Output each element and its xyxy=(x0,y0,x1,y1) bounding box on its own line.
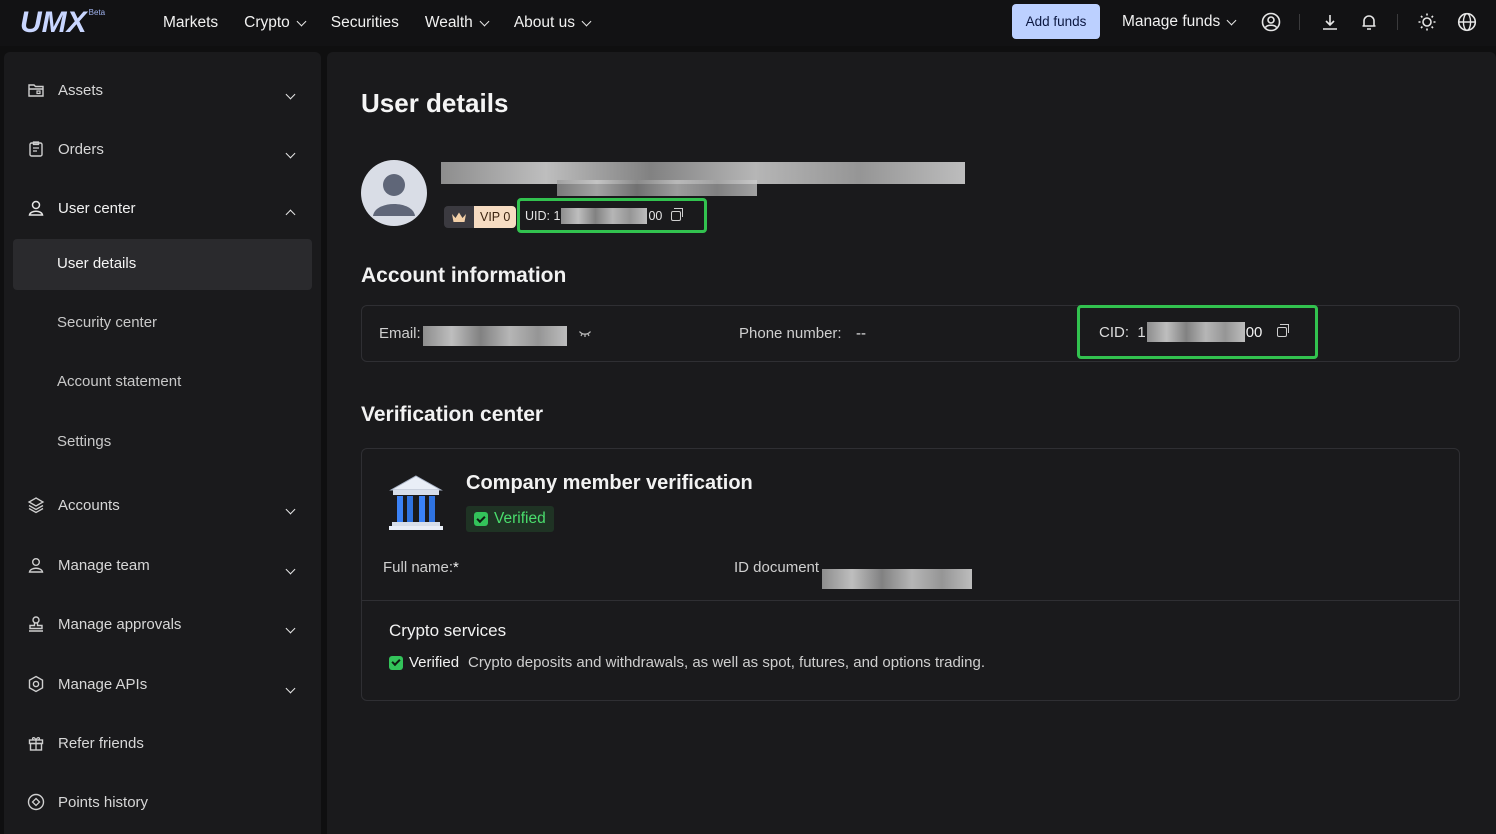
chevron-down-icon xyxy=(285,623,296,634)
uid-label: UID: 1 xyxy=(525,208,561,223)
globe-icon[interactable] xyxy=(1456,11,1478,33)
user-icon xyxy=(26,198,46,218)
sidebar-item-points-history[interactable]: Points history xyxy=(26,787,306,817)
cid-label: CID: 1 xyxy=(1099,323,1146,341)
divider xyxy=(1299,14,1300,30)
bank-building-icon xyxy=(387,473,445,533)
sun-icon[interactable] xyxy=(1416,11,1438,33)
nav-about-us[interactable]: About us xyxy=(514,14,592,32)
chevron-down-icon xyxy=(285,683,296,694)
copy-icon[interactable] xyxy=(1277,324,1290,337)
phone-label: Phone number: xyxy=(739,325,842,342)
eye-closed-icon[interactable] xyxy=(578,326,592,345)
cid-suffix: 00 xyxy=(1245,323,1263,341)
nav-crypto[interactable]: Crypto xyxy=(244,14,307,32)
sidebar-item-assets[interactable]: Assets xyxy=(26,75,306,105)
sidebar-item-manage-approvals[interactable]: Manage approvals xyxy=(26,609,306,639)
crypto-services-title: Crypto services xyxy=(389,621,507,640)
team-icon xyxy=(26,555,46,575)
chevron-down-icon xyxy=(285,89,296,100)
sidebar-item-accounts[interactable]: Accounts xyxy=(26,490,306,520)
email-label: Email: xyxy=(379,325,421,342)
redacted-uid xyxy=(561,207,648,224)
nav-securities[interactable]: Securities xyxy=(331,14,399,32)
check-icon xyxy=(389,655,403,670)
add-funds-button[interactable]: Add funds xyxy=(1012,4,1100,39)
logo-text: UMX xyxy=(20,6,87,39)
manage-funds-menu[interactable]: Manage funds xyxy=(1122,0,1237,44)
vip-badge: VIP 0 xyxy=(444,206,517,228)
page-title: User details xyxy=(361,88,509,118)
uid-field: UID: 1 00 xyxy=(517,198,707,233)
check-icon xyxy=(474,512,488,526)
full-name-label: Full name:* xyxy=(383,559,459,576)
umx-logo[interactable]: UMX Beta xyxy=(20,6,105,40)
folder-icon xyxy=(26,80,46,100)
phone-value: -- xyxy=(856,325,866,342)
verification-center-title: Verification center xyxy=(361,403,544,426)
chevron-down-icon xyxy=(285,564,296,575)
layers-icon xyxy=(26,495,46,515)
sidebar-item-orders[interactable]: Orders xyxy=(26,134,306,164)
account-information-title: Account information xyxy=(361,264,567,287)
sidebar-subitem-account-statement[interactable]: Account statement xyxy=(57,373,181,390)
chevron-up-icon xyxy=(285,209,296,220)
chevron-down-icon xyxy=(581,16,592,26)
cid-field: CID: 1 00 xyxy=(1077,305,1318,359)
crypto-verified-label: Verified xyxy=(409,654,460,671)
verification-card: Company member verification Verified Ful… xyxy=(361,448,1460,701)
chevron-down-icon xyxy=(1226,15,1237,25)
chevron-down-icon xyxy=(296,16,307,26)
uid-suffix: 00 xyxy=(648,208,663,223)
gift-icon xyxy=(26,733,46,753)
download-icon[interactable] xyxy=(1319,11,1341,33)
avatar[interactable] xyxy=(361,160,427,226)
sidebar-item-user-center[interactable]: User center xyxy=(26,193,306,223)
divider xyxy=(362,600,1459,601)
sidebar: Assets Orders User center User details S… xyxy=(4,52,321,834)
id-document-label: ID document xyxy=(734,559,820,576)
top-navigation-bar: UMX Beta Markets Crypto Securities Wealt… xyxy=(0,0,1496,46)
sidebar-subitem-user-details[interactable]: User details xyxy=(57,255,136,272)
clipboard-icon xyxy=(26,139,46,159)
chevron-down-icon xyxy=(285,148,296,159)
sidebar-item-manage-team[interactable]: Manage team xyxy=(26,550,306,580)
sidebar-item-manage-apis[interactable]: Manage APIs xyxy=(26,669,306,699)
hexagon-icon xyxy=(26,674,46,694)
redacted-id-document xyxy=(822,569,972,589)
redacted-username-tail xyxy=(557,180,757,196)
nav-wealth[interactable]: Wealth xyxy=(425,14,490,32)
company-verification-title: Company member verification xyxy=(466,472,753,494)
points-icon xyxy=(26,792,46,812)
copy-icon[interactable] xyxy=(671,207,684,221)
stamp-icon xyxy=(26,614,46,634)
sidebar-subitem-settings[interactable]: Settings xyxy=(57,433,111,450)
chevron-down-icon xyxy=(479,16,490,26)
redacted-email xyxy=(423,326,567,346)
avatar-silhouette-icon xyxy=(373,174,415,216)
verified-badge: Verified xyxy=(466,506,554,532)
bell-icon[interactable] xyxy=(1358,11,1380,33)
nav-markets[interactable]: Markets xyxy=(163,14,218,32)
main-content: User details VIP 0 UID: 1 00 Account inf… xyxy=(327,52,1496,834)
sidebar-subitem-security-center[interactable]: Security center xyxy=(57,314,157,331)
sidebar-item-refer-friends[interactable]: Refer friends xyxy=(26,728,306,758)
user-circle-icon[interactable] xyxy=(1260,11,1282,33)
beta-badge: Beta xyxy=(88,8,106,17)
crypto-services-description: Crypto deposits and withdrawals, as well… xyxy=(468,654,985,671)
chevron-down-icon xyxy=(285,504,296,515)
crypto-services-status: Verified Crypto deposits and withdrawals… xyxy=(389,654,985,671)
divider xyxy=(1397,14,1398,30)
main-nav: Markets Crypto Securities Wealth About u… xyxy=(163,0,616,46)
vip-level: VIP 0 xyxy=(474,206,517,228)
crown-icon xyxy=(444,206,474,228)
redacted-cid xyxy=(1146,322,1245,342)
